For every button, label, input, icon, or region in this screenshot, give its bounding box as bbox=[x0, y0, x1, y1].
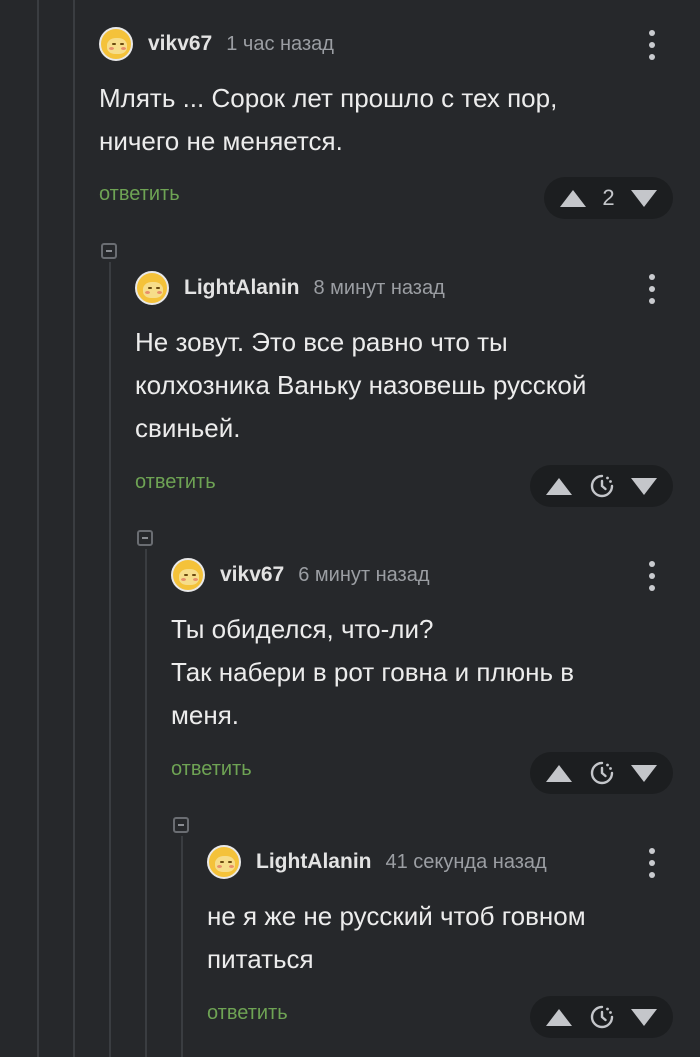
comment: vikv67 6 минут назад Ты обиделся, что-ли… bbox=[171, 555, 664, 737]
downvote-icon[interactable] bbox=[631, 764, 657, 782]
vote-controls bbox=[530, 752, 673, 794]
username[interactable]: vikv67 bbox=[148, 32, 212, 56]
comment-header: LightAlanin 8 минут назад bbox=[135, 268, 664, 308]
vote-score: 2 bbox=[602, 185, 615, 210]
reply-link[interactable]: ответить bbox=[171, 758, 252, 781]
comment-time: 1 час назад bbox=[226, 32, 334, 55]
reply-link[interactable]: ответить bbox=[99, 183, 180, 206]
upvote-icon[interactable] bbox=[546, 477, 572, 495]
comment: LightAlanin 41 секунда назад не я же не … bbox=[207, 842, 664, 981]
collapse-thread-button[interactable] bbox=[137, 530, 153, 546]
thread-line-level-0 bbox=[37, 0, 39, 1057]
clock-pending-icon bbox=[590, 1005, 613, 1029]
downvote-icon[interactable] bbox=[631, 1008, 657, 1026]
avatar[interactable] bbox=[135, 271, 169, 305]
collapse-thread-button[interactable] bbox=[173, 817, 189, 833]
reply-link[interactable]: ответить bbox=[207, 1002, 288, 1025]
comment: LightAlanin 8 минут назад Не зовут. Это … bbox=[135, 268, 664, 450]
upvote-icon[interactable] bbox=[546, 1008, 572, 1026]
username[interactable]: LightAlanin bbox=[256, 850, 371, 874]
downvote-icon[interactable] bbox=[631, 477, 657, 495]
comment-text: Ты обиделся, что-ли? Так набери в рот го… bbox=[171, 614, 575, 730]
reply-link[interactable]: ответить bbox=[135, 471, 216, 494]
comment-header: LightAlanin 41 секунда назад bbox=[207, 842, 664, 882]
comment-header: vikv67 1 час назад bbox=[99, 24, 664, 64]
vote-controls bbox=[530, 996, 673, 1038]
collapse-thread-button[interactable] bbox=[101, 243, 117, 259]
more-options-icon[interactable] bbox=[640, 272, 664, 306]
username[interactable]: vikv67 bbox=[220, 563, 284, 587]
downvote-icon[interactable] bbox=[631, 189, 657, 207]
clock-pending-icon bbox=[590, 474, 613, 498]
upvote-icon[interactable] bbox=[560, 189, 586, 207]
thread-line-level-3 bbox=[145, 549, 147, 1057]
comment-time: 41 секунда назад bbox=[385, 850, 547, 873]
clock-pending-icon bbox=[590, 761, 613, 785]
comment-time: 8 минут назад bbox=[313, 276, 445, 299]
comment-text: Млять ... Сорок лет прошло с тех пор, ни… bbox=[99, 83, 558, 156]
upvote-icon[interactable] bbox=[546, 764, 572, 782]
thread-line-level-1 bbox=[73, 0, 75, 1057]
thread-line-level-4 bbox=[181, 836, 183, 1057]
comment-text: не я же не русский чтоб говном питаться bbox=[207, 901, 586, 974]
comment-time: 6 минут назад bbox=[298, 563, 430, 586]
comment-header: vikv67 6 минут назад bbox=[171, 555, 664, 595]
vote-controls: 2 bbox=[544, 177, 673, 219]
thread-line-level-2 bbox=[109, 262, 111, 1057]
username[interactable]: LightAlanin bbox=[184, 276, 299, 300]
vote-controls bbox=[530, 465, 673, 507]
comment-text: Не зовут. Это все равно что ты колхозник… bbox=[135, 327, 587, 443]
more-options-icon[interactable] bbox=[640, 28, 664, 62]
avatar[interactable] bbox=[171, 558, 205, 592]
avatar[interactable] bbox=[99, 27, 133, 61]
avatar[interactable] bbox=[207, 845, 241, 879]
more-options-icon[interactable] bbox=[640, 846, 664, 880]
more-options-icon[interactable] bbox=[640, 559, 664, 593]
comment: vikv67 1 час назад Млять ... Сорок лет п… bbox=[99, 24, 664, 163]
